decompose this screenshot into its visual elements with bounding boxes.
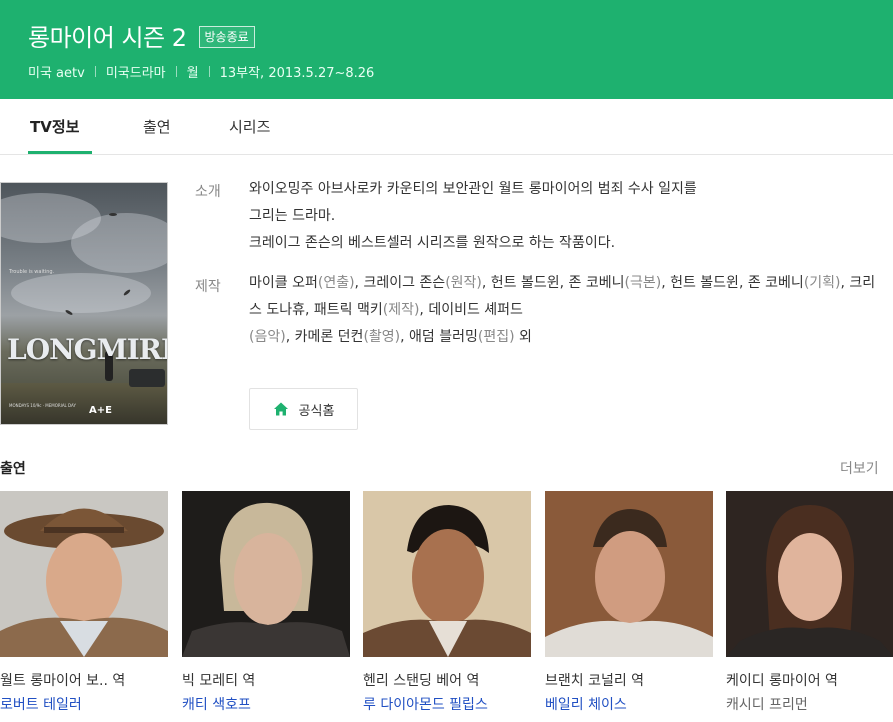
intro-text: 와이오밍주 아브사로카 카운티의 보안관인 월트 롱마이어의 범죄 수사 일지를… (249, 176, 879, 257)
cast-name: 캐시디 프리먼 (726, 697, 808, 713)
cast-role: 월트 롱마이어 보.. 역 (0, 673, 126, 689)
intro-line: 크레이그 존슨의 베스트셀러 시리즈를 원작으로 하는 작품이다. (249, 235, 616, 251)
production-role: (극본) (624, 275, 662, 291)
cast-card[interactable]: 월트 롱마이어 보.. 역 로버트 테일러 (0, 491, 168, 714)
poster-cloud (11, 273, 151, 313)
cast-photo[interactable] (726, 491, 893, 657)
production-role: (촬영) (363, 329, 401, 345)
production-person[interactable]: , 데이비드 셰퍼드 (419, 302, 523, 318)
cast-portrait (726, 491, 893, 657)
cast-name-link[interactable]: 캐티 색호프 (182, 694, 350, 714)
meta-airday: 월 (186, 66, 199, 81)
meta-channel: 미국 aetv (28, 66, 85, 81)
cast-photo[interactable] (545, 491, 713, 657)
more-link[interactable]: 더보기 (840, 458, 879, 478)
production-person[interactable]: , 애덤 블러밍 (400, 329, 478, 345)
cast-section-title: 출연 (0, 461, 26, 477)
cast-name-link[interactable]: 베일리 체이스 (545, 694, 713, 714)
poster-bird (109, 213, 117, 216)
production-role: (기획) (803, 275, 841, 291)
meta-genre: 미국드라마 (105, 66, 166, 81)
production-role: (원작) (445, 275, 482, 291)
cast-portrait (545, 491, 713, 657)
meta-divider (94, 66, 96, 77)
production-person[interactable]: , 카메론 던컨 (286, 329, 364, 345)
production-role: (제작) (382, 302, 420, 318)
cast-photo[interactable] (182, 491, 350, 657)
tab-tv-info[interactable]: TV정보 (30, 116, 79, 137)
poster-logo-text: LONGMIRE (7, 333, 168, 366)
meta-divider (175, 66, 177, 77)
production-person[interactable]: , 헌트 볼드윈, 존 코베니 (661, 275, 804, 291)
intro-line: 그리는 드라마. (249, 208, 336, 224)
cast-photo[interactable] (0, 491, 168, 657)
poster-premiere: MONDAYS 10/9c · MEMORIAL DAY (9, 403, 76, 408)
cast-portrait (0, 491, 168, 657)
production-role: (연출) (317, 275, 355, 291)
cast-name-link[interactable]: 로버트 테일러 (0, 694, 168, 714)
production-person[interactable]: , 헌트 볼드윈, 존 코베니 (482, 275, 625, 291)
cast-card[interactable]: 빅 모레티 역 캐티 색호프 (182, 491, 350, 714)
production-label: 제작 (195, 279, 221, 295)
cast-portrait (363, 491, 531, 657)
poster-cloud (71, 213, 167, 273)
home-icon (273, 402, 288, 416)
cast-card[interactable]: 케이디 롱마이어 역 캐시디 프리먼 (726, 491, 893, 714)
poster-network-logo: A+E (89, 405, 112, 416)
program-meta: 미국 aetv 미국드라마 월 13부작, 2013.5.27~8.26 (28, 62, 374, 81)
cast-photo[interactable] (363, 491, 531, 657)
cast-role: 브랜치 코널리 역 (545, 673, 645, 689)
homepage-label: 공식홈 (298, 403, 335, 419)
cast-role: 빅 모레티 역 (182, 673, 256, 689)
title-row: 롱마이어 시즌 2 방송종료 (28, 18, 255, 53)
cast-card[interactable]: 헨리 스탠딩 베어 역 루 다이아몬드 필립스 (363, 491, 531, 714)
poster-tagline: Trouble is waiting. (9, 269, 55, 275)
intro-label: 소개 (195, 184, 221, 200)
active-tab-indicator (28, 151, 92, 154)
program-title[interactable]: 롱마이어 시즌 2 (28, 18, 187, 53)
meta-divider (208, 66, 210, 77)
production-person[interactable]: 마이클 오퍼 (249, 275, 318, 291)
production-person[interactable]: , 크레이그 존슨 (355, 275, 446, 291)
program-poster[interactable]: Trouble is waiting. LONGMIRE A+E MONDAYS… (0, 182, 168, 425)
cast-portrait (182, 491, 350, 657)
program-header: 롱마이어 시즌 2 방송종료 미국 aetv 미국드라마 월 13부작, 201… (0, 0, 893, 99)
production-etc: 외 (514, 329, 532, 345)
cast-card[interactable]: 브랜치 코널리 역 베일리 체이스 (545, 491, 713, 714)
cast-role: 헨리 스탠딩 베어 역 (363, 673, 480, 689)
official-homepage-button[interactable]: 공식홈 (249, 388, 358, 430)
production-role: (편집) (477, 329, 515, 345)
cast-name-link[interactable]: 루 다이아몬드 필립스 (363, 694, 531, 714)
intro-line: 와이오밍주 아브사로카 카운티의 보안관인 월트 롱마이어의 범죄 수사 일지를 (249, 181, 697, 197)
tab-series[interactable]: 시리즈 (229, 116, 270, 137)
production-role: (음악) (249, 329, 286, 345)
meta-episodes: 13부작, 2013.5.27~8.26 (219, 66, 375, 81)
tab-cast[interactable]: 출연 (143, 116, 171, 137)
poster-truck (129, 369, 165, 387)
production-text: 마이클 오퍼(연출), 크레이그 존슨(원작), 헌트 볼드윈, 존 코베니(극… (249, 270, 879, 351)
cast-role: 케이디 롱마이어 역 (726, 673, 838, 689)
status-badge: 방송종료 (198, 25, 255, 48)
tab-bar: TV정보 출연 시리즈 (0, 99, 893, 155)
